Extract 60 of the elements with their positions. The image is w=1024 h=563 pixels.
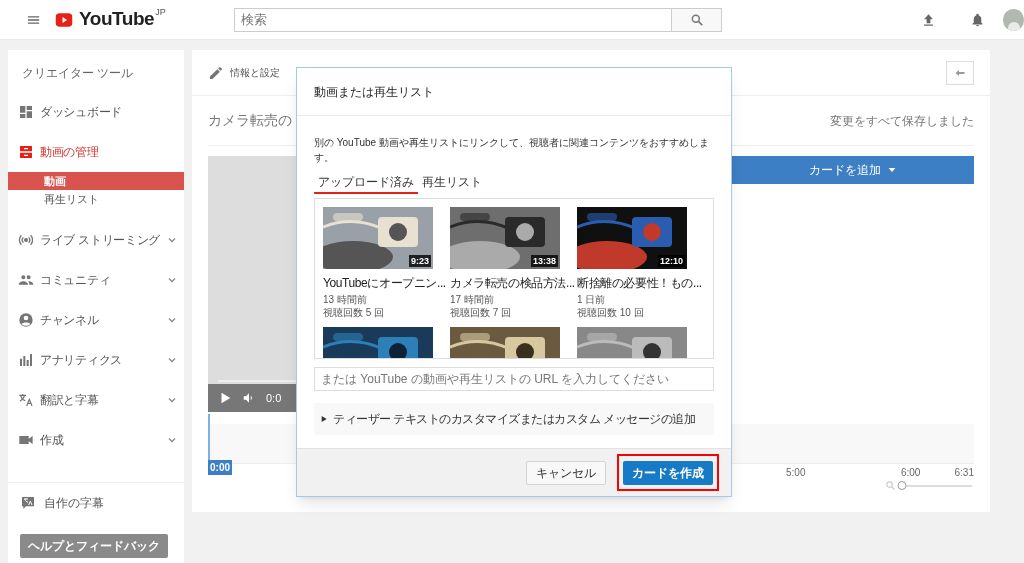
back-button[interactable] xyxy=(946,60,974,85)
sidebar-subitem[interactable]: 動画 xyxy=(8,172,184,190)
info-tab[interactable]: 情報と設定 xyxy=(208,64,280,81)
view-count: 視聴回数 7 回 xyxy=(450,306,513,319)
tab[interactable]: 再生リスト xyxy=(418,172,486,194)
add-card-button[interactable]: カードを追加 xyxy=(732,156,974,184)
slider-thumb[interactable] xyxy=(897,480,907,490)
subtitle-icon xyxy=(20,494,36,511)
video-age: 17 時間前 xyxy=(450,293,495,306)
time-tick: 5:00 xyxy=(786,466,806,480)
translate-icon xyxy=(18,392,34,408)
dialog-description: 別の YouTube 動画や再生リストにリンクして、視聴者に関連コンテンツをおすすめします。 xyxy=(314,136,710,165)
duration-badge: 12:10 xyxy=(657,255,685,267)
time-tick: 6:31 xyxy=(954,466,974,480)
zoom-icon xyxy=(885,480,896,491)
dashboard-icon xyxy=(18,104,34,120)
search-button[interactable] xyxy=(672,7,723,32)
sidebar-item[interactable]: ダッシュボード xyxy=(8,92,184,132)
person-icon xyxy=(18,312,34,328)
bar-chart-icon xyxy=(18,352,34,368)
broadcast-icon xyxy=(18,232,34,248)
sidebar-title: クリエイター ツール xyxy=(21,65,135,82)
sidebar-item[interactable]: 自作の字幕 xyxy=(8,482,184,522)
pencil-icon xyxy=(208,64,224,81)
people-icon xyxy=(18,272,34,288)
time-label: 0:0 xyxy=(266,390,282,406)
view-count: 視聴回数 5 回 xyxy=(323,306,386,319)
playhead-time: 0:00 xyxy=(208,460,232,475)
video-title[interactable]: カメラ転売の検品方法... xyxy=(450,274,576,292)
triangle-right-icon xyxy=(320,415,328,423)
search-icon xyxy=(689,12,704,27)
cancel-button[interactable]: キャンセル xyxy=(526,461,606,485)
video-title[interactable]: YouTubeにオープニン... xyxy=(323,274,449,292)
view-count: 視聴回数 10 回 xyxy=(577,306,645,319)
sidebar-item[interactable]: ライブ ストリーミング xyxy=(8,220,184,260)
avatar[interactable] xyxy=(1003,8,1024,31)
teaser-expander[interactable]: ティーザー テキストのカスタマイズまたはカスタム メッセージの追加 xyxy=(314,403,714,435)
duration-badge: 13:38 xyxy=(530,255,558,267)
video-title: カメラ転売の xyxy=(208,111,292,130)
region-label: JP xyxy=(155,6,166,20)
sidebar-item[interactable]: 動画の管理 xyxy=(8,132,184,172)
video-age: 1 日前 xyxy=(577,293,607,306)
sidebar-subitem[interactable]: 再生リスト xyxy=(8,190,184,208)
create-card-button[interactable]: カードを作成 xyxy=(623,461,713,485)
logo-text[interactable]: YouTube xyxy=(79,5,155,34)
sidebar-item[interactable]: コミュニティ xyxy=(8,260,184,300)
sidebar-item[interactable]: アナリティクス xyxy=(8,340,184,380)
duration-badge: 9:23 xyxy=(409,255,431,267)
dialog-title: 動画または再生リスト xyxy=(314,83,434,101)
sidebar-item[interactable]: 作成 xyxy=(8,420,184,460)
time-tick: 6:00 xyxy=(900,466,921,480)
video-age: 13 時間前 xyxy=(323,293,368,306)
url-input-field[interactable]: または YouTube の動画や再生リストの URL を入力してください xyxy=(314,367,714,391)
sidebar-item[interactable]: チャンネル xyxy=(8,300,184,340)
drawer-icon xyxy=(18,144,34,160)
sidebar-item[interactable]: 翻訳と字幕 xyxy=(8,380,184,420)
save-status: 変更をすべて保存しました xyxy=(830,112,974,130)
tab[interactable]: アップロード済み xyxy=(314,172,418,194)
video-title[interactable]: 断捨離の必要性！もの... xyxy=(577,274,703,292)
search-field[interactable]: 検索 xyxy=(233,7,673,32)
